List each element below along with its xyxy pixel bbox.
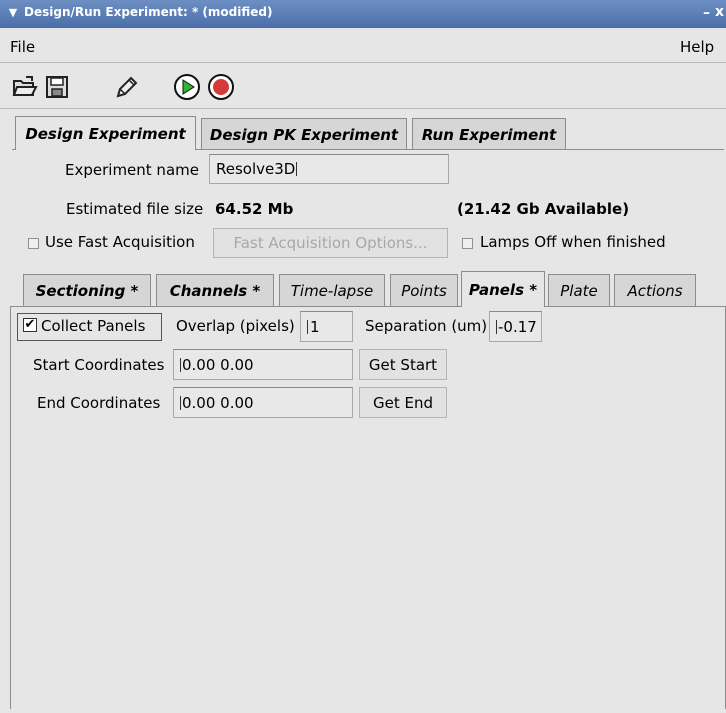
end-coordinates-value: 0.00 0.00 <box>182 393 254 412</box>
collect-panels-toggle[interactable]: ✔ Collect Panels <box>17 313 162 341</box>
sub-tabs: Sectioning * Channels * Time-lapse Point… <box>0 266 726 308</box>
window-title: Design/Run Experiment: * (modified) <box>24 5 273 19</box>
overlap-value: 1 <box>310 317 320 336</box>
collect-panels-label: Collect Panels <box>41 317 146 335</box>
tab-panels[interactable]: Panels * <box>461 271 545 307</box>
open-folder-icon[interactable] <box>10 72 40 102</box>
play-icon[interactable] <box>172 72 202 102</box>
title-bar: ▼ Design/Run Experiment: * (modified) – … <box>0 0 726 28</box>
tab-design-pk-experiment[interactable]: Design PK Experiment <box>201 118 407 150</box>
start-coordinates-label: Start Coordinates <box>33 356 165 374</box>
end-coordinates-label: End Coordinates <box>37 394 161 412</box>
tab-design-experiment[interactable]: Design Experiment <box>15 116 196 150</box>
window-menu-icon[interactable]: ▼ <box>6 6 20 20</box>
get-end-button[interactable]: Get End <box>359 387 447 418</box>
lamps-off-checkbox[interactable] <box>462 238 473 249</box>
tab-time-lapse[interactable]: Time-lapse <box>279 274 385 306</box>
separation-input[interactable]: -0.17 <box>489 311 542 342</box>
tab-actions[interactable]: Actions <box>614 274 696 306</box>
start-coordinates-input[interactable]: 0.00 0.00 <box>173 349 353 380</box>
fast-acquisition-options-button[interactable]: Fast Acquisition Options... <box>213 228 448 258</box>
file-size-label: Estimated file size <box>66 200 204 218</box>
text-cursor <box>180 395 181 410</box>
end-coordinates-input[interactable]: 0.00 0.00 <box>173 387 353 418</box>
overlap-input[interactable]: 1 <box>300 311 353 342</box>
file-size-value: 64.52 Mb <box>215 200 294 218</box>
edit-pencil-icon[interactable] <box>112 72 142 102</box>
main-tabs: Design Experiment Design PK Experiment R… <box>0 112 726 150</box>
experiment-name-input[interactable]: Resolve3D <box>209 154 449 184</box>
text-cursor <box>496 319 497 334</box>
start-coordinates-value: 0.00 0.00 <box>182 355 254 374</box>
tab-run-experiment[interactable]: Run Experiment <box>412 118 566 150</box>
menu-help[interactable]: Help <box>680 38 714 56</box>
experiment-window: ▼ Design/Run Experiment: * (modified) – … <box>0 0 726 713</box>
fast-acquisition-label: Use Fast Acquisition <box>45 233 195 251</box>
lamps-off-label: Lamps Off when finished <box>480 233 666 251</box>
collect-panels-checkbox[interactable]: ✔ <box>23 318 37 332</box>
stop-icon[interactable] <box>206 72 236 102</box>
text-cursor <box>180 357 181 372</box>
toolbar <box>0 66 726 109</box>
close-button[interactable]: x <box>715 4 724 20</box>
separation-value: -0.17 <box>498 317 537 336</box>
menu-bar: File Help <box>0 30 726 63</box>
tab-sectioning[interactable]: Sectioning * <box>23 274 151 306</box>
minimize-button[interactable]: – <box>703 5 710 21</box>
tab-channels[interactable]: Channels * <box>156 274 274 306</box>
menu-file[interactable]: File <box>10 38 35 56</box>
text-cursor <box>307 319 308 334</box>
tab-points[interactable]: Points <box>390 274 458 306</box>
overlap-label: Overlap (pixels) <box>176 317 295 335</box>
available-space: (21.42 Gb Available) <box>457 200 630 218</box>
fast-acquisition-checkbox[interactable] <box>28 238 39 249</box>
tab-plate[interactable]: Plate <box>548 274 610 306</box>
save-icon[interactable] <box>42 72 72 102</box>
text-cursor <box>296 162 298 176</box>
experiment-name-value: Resolve3D <box>216 160 296 178</box>
get-start-button[interactable]: Get Start <box>359 349 447 380</box>
separation-label: Separation (um) <box>365 317 488 335</box>
experiment-name-label: Experiment name <box>65 161 199 179</box>
